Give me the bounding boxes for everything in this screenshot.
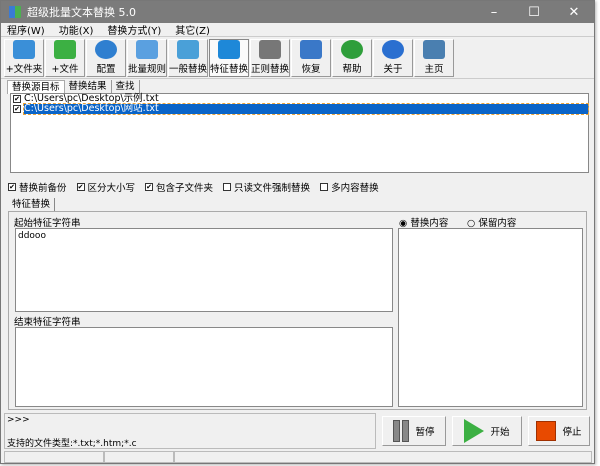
menu-other[interactable]: 其它(Z): [175, 22, 210, 37]
status-pane-3: [174, 451, 592, 463]
start-string-input[interactable]: ddooo: [15, 228, 393, 312]
menu-program[interactable]: 程序(W): [7, 22, 45, 37]
add-folder-button[interactable]: +文件夹: [4, 39, 44, 77]
status-bar: [4, 451, 592, 463]
stop-label: 停止: [562, 427, 582, 438]
toolbar-label: +文件夹: [5, 64, 43, 75]
close-button[interactable]: ✕: [554, 5, 594, 20]
feature-replace-icon: [218, 40, 240, 59]
option-backup[interactable]: ✔ 替换前备份: [8, 180, 67, 194]
toolbar: +文件夹 +文件 配置 批量规则 一般替换 特征替换 正则替换 恢复 帮助 关于 主页: [1, 37, 594, 79]
feature-panel: 起始特征字符串 ddooo 结束特征字符串 ◉ 替换内容 ○ 保留内容: [8, 211, 587, 410]
file-path: C:\Users\pc\Desktop\网站.txt: [23, 103, 589, 115]
config-icon: [95, 40, 117, 59]
toolbar-label: 主页: [424, 64, 444, 75]
home-icon: [423, 40, 445, 59]
toolbar-label: 正则替换: [251, 64, 290, 75]
regex-replace-button[interactable]: 正则替换: [250, 39, 290, 77]
play-icon: [464, 419, 485, 443]
source-tabs: 替换源目标 替换结果 查找: [7, 80, 588, 94]
about-icon: [382, 40, 404, 59]
tab-source-targets[interactable]: 替换源目标: [7, 80, 65, 94]
toolbar-label: 关于: [383, 64, 403, 75]
app-icon: [9, 6, 21, 18]
stop-button[interactable]: 停止: [528, 416, 590, 446]
menu-function[interactable]: 功能(X): [59, 22, 94, 37]
batch-rules-button[interactable]: 批量规则: [127, 39, 167, 77]
batch-rules-icon: [136, 40, 158, 59]
file-checkbox[interactable]: ✔: [13, 95, 21, 103]
help-button[interactable]: 帮助: [332, 39, 372, 77]
options-row: ✔ 替换前备份 ✔ 区分大小写 ✔ 包含子文件夹 只读文件强制替换 多内容替换: [8, 180, 379, 194]
toolbar-label: 配置: [96, 64, 116, 75]
add-file-icon: [54, 40, 76, 59]
file-row-selected[interactable]: ✔ C:\Users\pc\Desktop\网站.txt: [11, 103, 589, 115]
tab-find[interactable]: 查找: [112, 80, 140, 94]
file-list[interactable]: ✔ C:\Users\pc\Desktop\示例.txt ✔ C:\Users\pc…: [10, 93, 589, 173]
toolbar-label: 特征替换: [210, 64, 249, 75]
add-file-button[interactable]: +文件: [45, 39, 85, 77]
toolbar-label: 一般替换: [169, 64, 208, 75]
maximize-button[interactable]: ☐: [514, 5, 554, 20]
option-include-subfolders[interactable]: ✔ 包含子文件夹: [145, 180, 213, 194]
toolbar-label: +文件: [51, 64, 79, 75]
general-replace-button[interactable]: 一般替换: [168, 39, 208, 77]
pause-button[interactable]: 暂停: [382, 416, 446, 446]
regex-replace-icon: [259, 40, 281, 59]
toolbar-label: 帮助: [342, 64, 362, 75]
start-button[interactable]: 开始: [452, 416, 522, 446]
status-pane-1: [4, 451, 104, 463]
pause-icon: [393, 420, 410, 442]
general-replace-icon: [177, 40, 199, 59]
tab-results[interactable]: 替换结果: [65, 80, 112, 94]
start-label: 开始: [490, 427, 510, 438]
menu-bar: 程序(W) 功能(X) 替换方式(Y) 其它(Z): [1, 23, 594, 37]
log-prompt: >>>: [7, 415, 30, 425]
end-string-input[interactable]: [15, 327, 393, 407]
radio-keep[interactable]: ○ 保留内容: [467, 215, 516, 229]
title-bar: 超级批量文本替换 5.0 – ☐ ✕: [1, 1, 594, 23]
restore-button[interactable]: 恢复: [291, 39, 331, 77]
menu-replace-mode[interactable]: 替换方式(Y): [107, 22, 161, 37]
start-label: 起始特征字符串: [14, 218, 81, 229]
toolbar-label: 批量规则: [128, 64, 167, 75]
minimize-button[interactable]: –: [474, 5, 514, 20]
restore-icon: [300, 40, 322, 59]
replace-content-input[interactable]: [398, 228, 583, 407]
window-title: 超级批量文本替换 5.0: [27, 6, 136, 19]
feature-replace-button[interactable]: 特征替换: [209, 39, 249, 77]
end-label: 结束特征字符串: [14, 317, 81, 328]
pause-label: 暂停: [415, 427, 435, 438]
about-button[interactable]: 关于: [373, 39, 413, 77]
add-folder-icon: [13, 40, 35, 59]
config-button[interactable]: 配置: [86, 39, 126, 77]
toolbar-label: 恢复: [301, 64, 321, 75]
help-icon: [341, 40, 363, 59]
tab-feature-replace[interactable]: 特征替换: [8, 198, 56, 211]
option-case-sensitive[interactable]: ✔ 区分大小写: [76, 180, 135, 194]
radio-replace[interactable]: ◉ 替换内容: [399, 215, 448, 229]
stop-icon: [536, 421, 557, 441]
status-pane-2: [104, 451, 174, 463]
option-force-readonly[interactable]: 只读文件强制替换: [223, 180, 310, 194]
file-checkbox[interactable]: ✔: [13, 105, 21, 113]
supported-types: 支持的文件类型:*.txt;*.htm;*.c: [7, 439, 137, 449]
home-button[interactable]: 主页: [414, 39, 454, 77]
option-multi-content[interactable]: 多内容替换: [320, 180, 379, 194]
log-area: >>> 支持的文件类型:*.txt;*.htm;*.c: [4, 413, 376, 449]
